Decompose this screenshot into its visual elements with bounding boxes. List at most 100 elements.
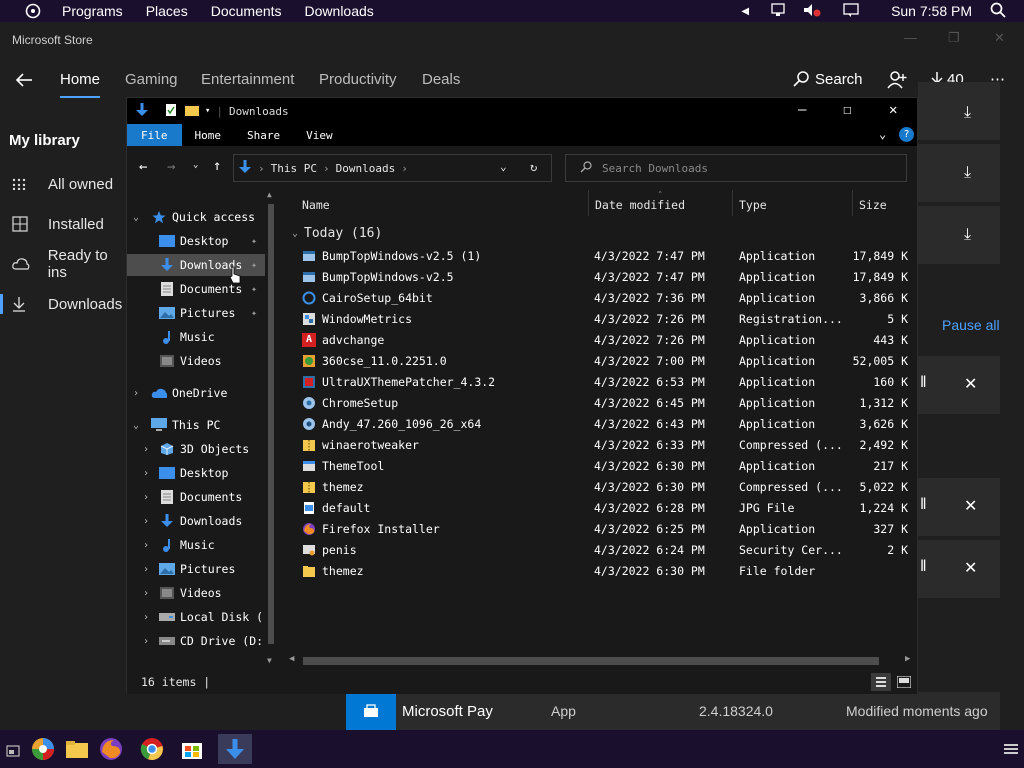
ribbon-tab-view[interactable]: View — [293, 124, 346, 146]
nav-this-pc[interactable]: ⌄ This PC — [127, 414, 265, 436]
ribbon-tab-home[interactable]: Home — [182, 124, 235, 146]
system-menu-icon[interactable] — [22, 0, 44, 22]
horizontal-scrollbar-thumb[interactable] — [303, 657, 879, 665]
ribbon-tab-file[interactable]: File — [127, 124, 182, 146]
scroll-down-icon[interactable]: ▼ — [267, 656, 272, 665]
table-row[interactable]: UltraUXThemePatcher_4.3.2 4/3/2022 6:53 … — [292, 371, 914, 392]
store-search-button[interactable]: Search — [792, 70, 863, 88]
library-item-all-owned[interactable]: All owned — [0, 170, 130, 198]
nav-pc-3d-objects[interactable]: › 3D Objects — [127, 438, 265, 460]
expand-chevron-icon[interactable]: › — [143, 612, 149, 623]
column-header-size[interactable]: Size — [859, 198, 887, 212]
customize-toolbar-icon[interactable]: ▾ — [205, 106, 210, 116]
nav-quick-access[interactable]: ⌄ Quick access — [127, 206, 265, 228]
nav-pc-desktop[interactable]: › Desktop — [127, 462, 265, 484]
taskbar-downloads-explorer-icon[interactable] — [218, 734, 252, 764]
download-icon[interactable]: ⤓ — [964, 104, 971, 122]
back-arrow-icon[interactable] — [14, 70, 34, 95]
library-item-installed[interactable]: Installed — [0, 210, 130, 238]
nav-pc-downloads[interactable]: › Downloads — [127, 510, 265, 532]
breadcrumb-downloads[interactable]: Downloads — [336, 162, 396, 175]
search-box[interactable]: Search Downloads — [565, 154, 907, 182]
cancel-icon[interactable]: ✕ — [964, 558, 977, 578]
cancel-icon[interactable]: ✕ — [964, 496, 977, 516]
panel-menu-downloads[interactable]: Downloads — [305, 3, 374, 19]
taskbar-chrome-icon[interactable] — [137, 734, 167, 764]
table-row[interactable]: winaerotweaker 4/3/2022 6:33 PM Compress… — [292, 434, 914, 455]
search-icon[interactable] — [990, 2, 1006, 21]
account-icon[interactable] — [886, 70, 908, 90]
ribbon-tab-share[interactable]: Share — [234, 124, 293, 146]
taskbar-file-explorer-icon[interactable] — [62, 734, 92, 764]
nav-quick-downloads[interactable]: Downloads ✦ — [127, 254, 265, 276]
new-folder-icon[interactable] — [185, 104, 199, 119]
tab-gaming[interactable]: Gaming — [125, 71, 178, 88]
expand-chevron-icon[interactable]: › — [143, 516, 149, 527]
store-restore-button[interactable]: ❐ — [948, 30, 960, 46]
address-dropdown-icon[interactable]: ⌄ — [500, 160, 507, 173]
table-row[interactable]: ThemeTool 4/3/2022 6:30 PM Application 2… — [292, 455, 914, 476]
network-icon[interactable] — [771, 2, 787, 20]
details-view-icon[interactable] — [871, 673, 891, 691]
explorer-minimize-button[interactable]: — — [798, 102, 806, 118]
pause-icon[interactable]: ‖ — [920, 374, 927, 392]
scroll-right-icon[interactable]: ▶ — [905, 654, 910, 664]
recent-locations-icon[interactable]: ⌄ — [193, 160, 198, 170]
expand-chevron-icon[interactable]: › — [143, 444, 149, 455]
nav-pc-cd-drive[interactable]: › CD Drive (D: — [127, 630, 265, 652]
show-desktop-icon[interactable] — [6, 744, 20, 762]
table-row[interactable]: default 4/3/2022 6:28 PM JPG File 1,224 … — [292, 497, 914, 518]
address-bar[interactable]: › This PC › Downloads › ⌄ ↻ — [233, 154, 552, 182]
table-row[interactable]: Andy_47.260_1096_26_x64 4/3/2022 6:43 PM… — [292, 413, 914, 434]
nav-scrollbar[interactable]: ▲ ▼ — [265, 190, 277, 668]
explorer-close-button[interactable]: ✕ — [889, 102, 897, 118]
table-row[interactable]: Firefox Installer 4/3/2022 6:25 PM Appli… — [292, 518, 914, 539]
table-row[interactable]: themez 4/3/2022 6:30 PM File folder — [292, 560, 914, 581]
store-close-button[interactable]: ✕ — [994, 30, 1005, 46]
nav-onedrive[interactable]: › OneDrive — [127, 382, 265, 404]
collapse-chevron-icon[interactable]: ⌄ — [133, 212, 139, 223]
tab-entertainment[interactable]: Entertainment — [201, 71, 294, 88]
nav-pc-local-disk[interactable]: › Local Disk ( — [127, 606, 265, 628]
panel-menu-programs[interactable]: Programs — [62, 3, 123, 19]
refresh-icon[interactable]: ↻ — [530, 160, 537, 174]
column-header-name[interactable]: Name — [302, 198, 330, 212]
tab-deals[interactable]: Deals — [422, 71, 460, 88]
expand-ribbon-icon[interactable]: ⌄ — [879, 127, 886, 141]
nav-scrollbar-thumb[interactable] — [268, 204, 274, 644]
expand-chevron-icon[interactable]: › — [143, 564, 149, 575]
expand-chevron-icon[interactable]: › — [143, 636, 149, 647]
help-icon[interactable]: ? — [899, 127, 914, 142]
column-header-date-modified[interactable]: Date modified — [595, 198, 685, 212]
column-header-type[interactable]: Type — [739, 198, 767, 212]
panel-menu-documents[interactable]: Documents — [211, 3, 282, 19]
nav-pc-pictures[interactable]: › Pictures — [127, 558, 265, 580]
nav-quick-documents[interactable]: Documents ✦ — [127, 278, 265, 300]
table-row[interactable]: BumpTopWindows-v2.5 (1) 4/3/2022 7:47 PM… — [292, 245, 914, 266]
table-row[interactable]: 360cse_11.0.2251.0 4/3/2022 7:00 PM Appl… — [292, 350, 914, 371]
expand-chevron-icon[interactable]: › — [133, 388, 139, 399]
library-item-ready-to-install[interactable]: Ready to ins — [0, 247, 130, 281]
explorer-maximize-button[interactable]: ☐ — [843, 102, 851, 118]
scroll-up-icon[interactable]: ▲ — [267, 190, 272, 199]
nav-pc-videos[interactable]: › Videos — [127, 582, 265, 604]
tab-home[interactable]: Home — [60, 71, 100, 88]
taskbar-colorful-app-icon[interactable] — [28, 734, 58, 764]
collapse-chevron-icon[interactable]: ⌄ — [292, 228, 298, 239]
table-row[interactable]: A advchange 4/3/2022 7:26 PM Application… — [292, 329, 914, 350]
tab-productivity[interactable]: Productivity — [319, 71, 397, 88]
volume-muted-icon[interactable] — [803, 3, 821, 20]
large-icons-view-icon[interactable] — [895, 673, 913, 691]
table-row[interactable]: WindowMetrics 4/3/2022 7:26 PM Registrat… — [292, 308, 914, 329]
nav-quick-videos[interactable]: Videos — [127, 350, 265, 372]
table-row[interactable]: themez 4/3/2022 6:30 PM Compressed (... … — [292, 476, 914, 497]
expand-chevron-icon[interactable]: › — [143, 492, 149, 503]
nav-quick-desktop[interactable]: Desktop ✦ — [127, 230, 265, 252]
download-icon[interactable]: ⤓ — [964, 164, 971, 182]
nav-pc-documents[interactable]: › Documents — [127, 486, 265, 508]
breadcrumb-this-pc[interactable]: This PC — [271, 162, 317, 175]
notification-icon[interactable] — [843, 2, 859, 20]
clock[interactable]: Sun 7:58 PM — [891, 3, 972, 19]
cancel-icon[interactable]: ✕ — [964, 374, 977, 394]
expand-chevron-icon[interactable]: › — [143, 468, 149, 479]
